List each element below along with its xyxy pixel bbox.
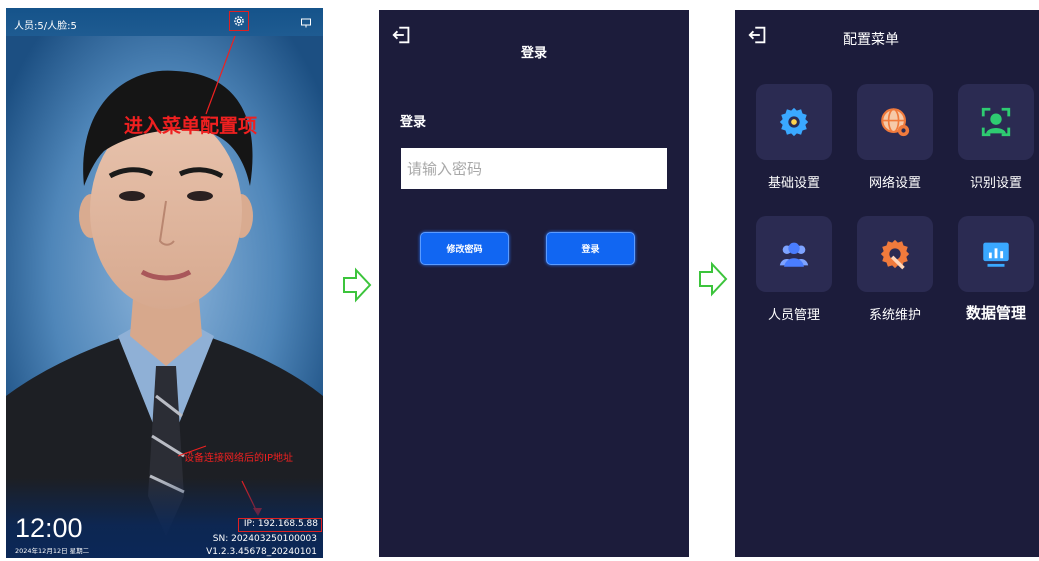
menu-item-label: 基础设置 [767, 176, 820, 191]
menu-item-recognition-settings[interactable] [958, 84, 1034, 160]
change-password-button[interactable]: 修改密码 [420, 232, 509, 265]
config-menu-screen: 配置菜单 基础设置 网络设置 识别设置 人员管理 系统维护 数据管理 [735, 10, 1039, 557]
menu-item-system-maintenance[interactable] [857, 216, 933, 292]
gear-icon [779, 107, 809, 137]
login-button[interactable]: 登录 [546, 232, 635, 265]
menu-item-label: 数据管理 [965, 304, 1026, 322]
menu-item-basic-settings[interactable] [756, 84, 832, 160]
menu-item-label: 系统维护 [868, 308, 921, 323]
users-icon [779, 242, 809, 267]
menu-hint-annotation: 进入菜单配置项 [124, 115, 258, 137]
password-input[interactable] [401, 148, 667, 189]
clock-time: 12:00 [15, 513, 83, 543]
chart-monitor-icon [983, 242, 1009, 267]
next-arrow-icon [343, 267, 372, 303]
face-scan-icon [981, 107, 1011, 137]
page-title: 登录 [520, 46, 547, 61]
login-screen: 登录 登录 修改密码 登录 [379, 10, 689, 557]
globe-gear-icon [881, 108, 910, 137]
menu-item-label: 识别设置 [969, 176, 1022, 191]
menu-item-data-management[interactable] [958, 216, 1034, 292]
menu-item-network-settings[interactable] [857, 84, 933, 160]
gear-icon[interactable] [229, 11, 249, 31]
menu-item-label: 人员管理 [767, 308, 820, 323]
login-section-label: 登录 [400, 115, 427, 130]
menu-item-personnel-management[interactable] [756, 216, 832, 292]
person-face-count: 人员:5/人脸:5 [14, 21, 77, 32]
next-arrow-icon [699, 261, 728, 297]
serial-number: SN: 202403250100003 [212, 534, 317, 544]
menu-item-label: 网络设置 [868, 176, 921, 191]
wrench-gear-icon [880, 239, 910, 270]
screen-icon[interactable] [300, 14, 312, 33]
camera-screen: 人员:5/人脸:5 进入菜单配置项 设备连接网络后的IP地址 12:00 202… [6, 8, 323, 558]
back-icon[interactable] [747, 24, 769, 50]
ip-address: IP: 192.168.5.88 [238, 518, 322, 532]
clock-date: 2024年12月12日 星期二 [15, 547, 90, 555]
ip-hint-annotation: 设备连接网络后的IP地址 [184, 453, 293, 464]
page-title: 配置菜单 [843, 32, 899, 48]
firmware-version: V1.2.3.45678_20240101 [206, 547, 317, 557]
